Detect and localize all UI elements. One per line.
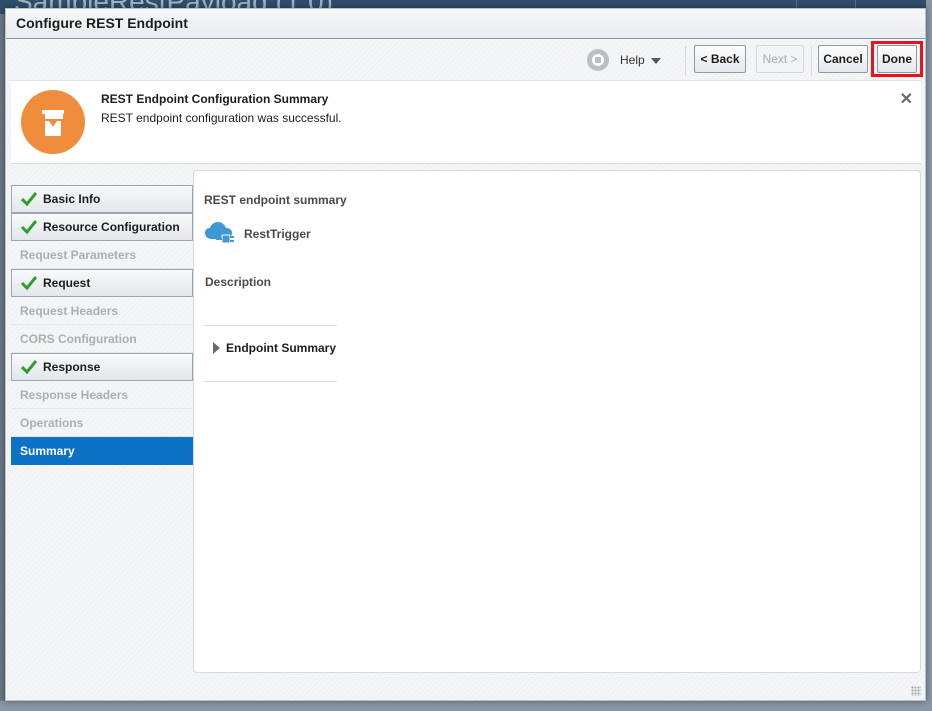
back-button[interactable]: < Back [694, 45, 746, 73]
nav-item-label: Request Parameters [20, 247, 137, 262]
section-divider [204, 381, 337, 382]
dialog-title-bar[interactable]: Configure REST Endpoint [6, 9, 925, 39]
trigger-row: RestTrigger [204, 221, 311, 247]
cancel-button[interactable]: Cancel [818, 45, 868, 73]
summary-heading: REST endpoint summary [204, 193, 347, 207]
endpoint-summary-label: Endpoint Summary [226, 341, 337, 355]
checkmark-icon [21, 360, 37, 374]
section-divider [204, 325, 337, 326]
toolbar-separator [811, 46, 812, 76]
confirmation-message: REST Endpoint Configuration Summary REST… [11, 80, 921, 164]
chevron-right-icon [213, 342, 220, 354]
checkmark-icon [21, 192, 37, 206]
nav-item-request-headers: Request Headers [11, 297, 193, 325]
wizard-toolbar: Help < Back Next > Cancel Done [6, 40, 925, 80]
help-label: Help [620, 53, 645, 67]
nav-item-basic-info[interactable]: Basic Info [11, 185, 193, 213]
checkmark-icon [21, 220, 37, 234]
nav-item-response[interactable]: Response [11, 353, 193, 381]
done-button-highlight [871, 41, 923, 77]
graduate-icon [42, 110, 64, 136]
background-edge [926, 0, 932, 711]
dialog-title: Configure REST Endpoint [16, 15, 188, 31]
checkmark-icon [21, 276, 37, 290]
nav-item-operations: Operations [11, 409, 193, 437]
nav-item-label: Operations [20, 415, 84, 430]
background-edge [0, 701, 932, 711]
nav-item-resource-configuration[interactable]: Resource Configuration [11, 213, 193, 241]
nav-item-label: Request Headers [20, 303, 119, 318]
nav-item-request-parameters: Request Parameters [11, 241, 193, 269]
configure-rest-endpoint-dialog: Configure REST Endpoint Help < Back Next… [5, 8, 926, 701]
help-menu-button[interactable]: Help [620, 51, 661, 69]
next-button[interactable]: Next > [756, 45, 804, 73]
help-topic-icon[interactable] [587, 49, 609, 71]
description-label: Description [205, 275, 272, 289]
toolbar-separator [685, 46, 686, 76]
endpoint-summary-toggle[interactable]: Endpoint Summary [213, 341, 336, 355]
wizard-steps-nav: Basic Info Resource Configuration Reques… [11, 185, 193, 465]
nav-item-label: Response [43, 360, 101, 374]
nav-item-label: Basic Info [43, 192, 101, 206]
nav-item-summary[interactable]: Summary [11, 437, 193, 465]
trigger-name: RestTrigger [244, 227, 311, 241]
message-title: REST Endpoint Configuration Summary [101, 92, 329, 106]
summary-content-panel: REST endpoint summary RestTrigger Descri… [193, 170, 921, 673]
nav-item-response-headers: Response Headers [11, 381, 193, 409]
nav-item-label: Response Headers [20, 387, 129, 402]
nav-item-request[interactable]: Request [11, 269, 193, 297]
nav-item-label: Resource Configuration [43, 220, 180, 234]
nav-item-label: Summary [20, 443, 75, 458]
resize-grip-icon[interactable] [911, 686, 921, 696]
cloud-plug-icon [205, 222, 234, 244]
nav-item-label: Request [43, 276, 91, 290]
message-icon [21, 90, 85, 154]
close-icon[interactable]: ✕ [900, 89, 913, 109]
nav-item-label: CORS Configuration [20, 331, 137, 346]
message-body: REST endpoint configuration was successf… [101, 111, 342, 125]
nav-item-cors-configuration: CORS Configuration [11, 325, 193, 353]
chevron-down-icon [650, 58, 661, 64]
